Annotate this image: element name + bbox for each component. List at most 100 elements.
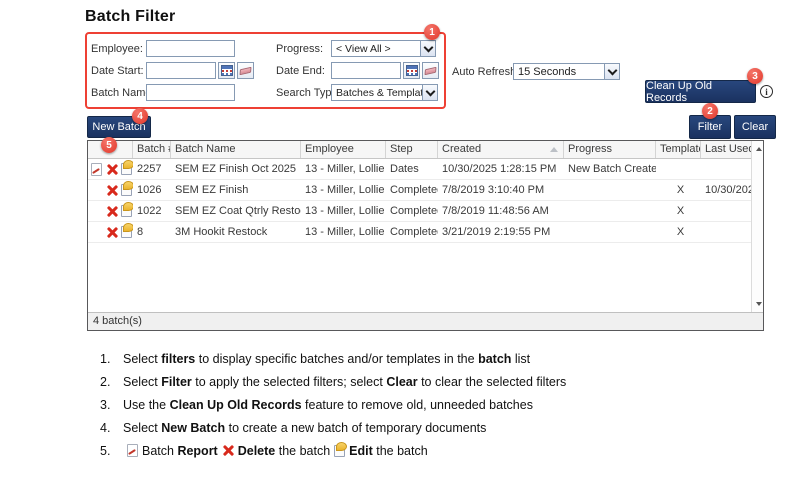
- column-header-batch-[interactable]: Batch #: [133, 141, 171, 158]
- date-start-calendar-button[interactable]: [218, 62, 235, 79]
- cell-batch_num: 1022: [133, 201, 171, 221]
- auto-refresh-selected-value: 15 Seconds: [518, 66, 576, 78]
- cell-progress: [564, 222, 656, 242]
- instruction-plain-text: Batch: [142, 444, 177, 458]
- cell-employee: 13 - Miller, Lollie: [301, 222, 386, 242]
- cell-created: 7/8/2019 3:10:40 PM: [438, 180, 564, 200]
- instruction-bold-text: batch: [478, 352, 511, 366]
- instruction-text: Select New Batch to create a new batch o…: [123, 421, 486, 436]
- instruction-plain-text: the batch: [275, 444, 330, 458]
- column-header-step[interactable]: Step: [386, 141, 438, 158]
- table-row[interactable]: 83M Hookit Restock13 - Miller, LollieCom…: [88, 222, 763, 243]
- chevron-down-icon[interactable]: [422, 85, 437, 100]
- page-title: Batch Filter: [85, 8, 175, 26]
- auto-refresh-label: Auto Refresh:: [452, 66, 519, 78]
- instruction-item: 4.Select New Batch to create a new batch…: [100, 421, 760, 436]
- cell-employee: 13 - Miller, Lollie: [301, 180, 386, 200]
- edit-icon[interactable]: [121, 163, 132, 175]
- batch-name-input[interactable]: [146, 84, 235, 101]
- cell-created: 7/8/2019 11:48:56 AM: [438, 201, 564, 221]
- date-end-input[interactable]: [331, 62, 401, 79]
- delete-icon[interactable]: [106, 184, 118, 197]
- batch-filter-screen: { "page": { "title": "Batch Filter" }, "…: [0, 0, 796, 490]
- column-header-created[interactable]: Created: [438, 141, 564, 158]
- date-start-clear-button[interactable]: [237, 62, 254, 79]
- instruction-number: 5.: [100, 444, 123, 459]
- date-end-calendar-button[interactable]: [403, 62, 420, 79]
- table-row[interactable]: 2257SEM EZ Finish Oct 202513 - Miller, L…: [88, 159, 763, 180]
- instruction-plain-text: Use the: [123, 398, 170, 412]
- cell-step: Completed: [386, 201, 438, 221]
- delete-icon[interactable]: [106, 163, 118, 176]
- report-icon: [127, 444, 138, 457]
- cell-last_used: [701, 201, 751, 221]
- employee-label: Employee:: [91, 43, 143, 55]
- report-slot: [90, 162, 103, 177]
- edit-icon[interactable]: [121, 184, 132, 196]
- table-row[interactable]: 1022SEM EZ Coat Qtrly Restock13 - Miller…: [88, 201, 763, 222]
- column-header-template[interactable]: Template: [656, 141, 701, 158]
- report-slot: [90, 183, 103, 198]
- cell-template: X: [656, 180, 701, 200]
- column-header-batch-name[interactable]: Batch Name: [171, 141, 301, 158]
- column-header-last-used[interactable]: Last Used: [701, 141, 751, 158]
- delete-icon[interactable]: [106, 205, 118, 218]
- scrollbar-up-icon[interactable]: [756, 147, 762, 151]
- cell-step: Dates: [386, 159, 438, 179]
- batch-table-header: Batch #Batch NameEmployeeStepCreatedProg…: [88, 141, 763, 159]
- callout-badge-5: 5: [101, 137, 117, 153]
- column-header-employee[interactable]: Employee: [301, 141, 386, 158]
- scrollbar-down-icon[interactable]: [756, 302, 762, 306]
- date-end-label: Date End:: [276, 65, 325, 77]
- edit-icon[interactable]: [121, 205, 132, 217]
- cell-template: X: [656, 222, 701, 242]
- progress-select[interactable]: < View All >: [331, 40, 436, 57]
- cell-last_used: [701, 159, 751, 179]
- search-type-select[interactable]: Batches & Templates: [331, 84, 438, 101]
- clear-button[interactable]: Clear: [734, 115, 776, 139]
- chevron-down-icon[interactable]: [420, 41, 435, 56]
- cell-batch_name: SEM EZ Coat Qtrly Restock: [171, 201, 301, 221]
- sort-ascending-icon[interactable]: [550, 147, 558, 152]
- cell-employee: 13 - Miller, Lollie: [301, 159, 386, 179]
- auto-refresh-select[interactable]: 15 Seconds: [513, 63, 620, 80]
- cell-template: [656, 159, 701, 179]
- table-row[interactable]: 1026SEM EZ Finish13 - Miller, LollieComp…: [88, 180, 763, 201]
- delete-icon[interactable]: [106, 226, 118, 239]
- instruction-plain-text: Select: [123, 375, 161, 389]
- row-actions: [88, 180, 133, 200]
- callout-badge-1: 1: [424, 24, 440, 40]
- instruction-plain-text: the batch: [373, 444, 428, 458]
- calendar-icon: [406, 65, 418, 76]
- cell-step: Completed: [386, 222, 438, 242]
- eraser-icon: [240, 66, 252, 74]
- report-icon[interactable]: [91, 163, 102, 176]
- info-icon[interactable]: i: [760, 85, 773, 98]
- instruction-bold-text: Delete: [238, 444, 276, 458]
- edit-slot: [120, 162, 133, 177]
- cell-last_used: 10/30/2025: [701, 180, 751, 200]
- cell-created: 10/30/2025 1:28:15 PM: [438, 159, 564, 179]
- edit-icon[interactable]: [121, 226, 132, 238]
- clean-up-old-records-button[interactable]: Clean Up Old Records: [645, 80, 756, 103]
- cell-employee: 13 - Miller, Lollie: [301, 201, 386, 221]
- calendar-icon: [221, 65, 233, 76]
- date-end-clear-button[interactable]: [422, 62, 439, 79]
- vertical-scrollbar[interactable]: [751, 141, 763, 312]
- instruction-item: 1.Select filters to display specific bat…: [100, 352, 760, 367]
- chevron-down-icon[interactable]: [604, 64, 619, 79]
- instruction-number: 4.: [100, 421, 123, 436]
- edit-slot: [120, 183, 133, 198]
- employee-input[interactable]: [146, 40, 235, 57]
- search-type-selected-value: Batches & Templates: [336, 87, 434, 99]
- instruction-plain-text: to display specific batches and/or templ…: [195, 352, 478, 366]
- delete-slot: [105, 183, 118, 198]
- progress-label: Progress:: [276, 43, 323, 55]
- instructions-list: 1.Select filters to display specific bat…: [100, 352, 760, 467]
- column-header-progress[interactable]: Progress: [564, 141, 656, 158]
- instruction-plain-text: list: [511, 352, 530, 366]
- instruction-bold-text: Edit: [349, 444, 373, 458]
- instruction-item: 2.Select Filter to apply the selected fi…: [100, 375, 760, 390]
- row-actions: [88, 201, 133, 221]
- date-start-input[interactable]: [146, 62, 216, 79]
